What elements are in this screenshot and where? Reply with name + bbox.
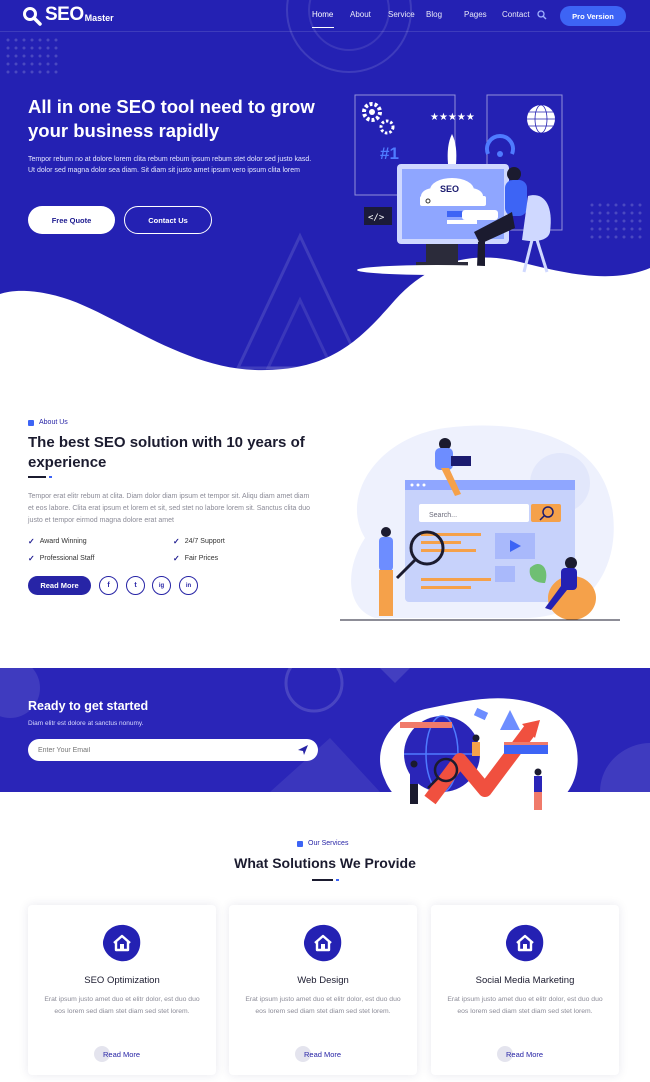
- check-icon: ✓: [173, 537, 180, 546]
- service-card-text: Erat ipsum justo amet duo et elitr dolor…: [245, 996, 401, 1015]
- email-form: [28, 739, 318, 761]
- search-icon[interactable]: [537, 10, 547, 20]
- service-card: SEO Optimization Erat ipsum justo amet d…: [28, 905, 216, 1075]
- about-title: The best SEO solution with 10 years of e…: [28, 434, 305, 471]
- linkedin-icon[interactable]: in: [179, 576, 198, 595]
- check-icon: ✓: [28, 554, 35, 563]
- about-description: Tempor erat elitr rebum at clita. Diam d…: [28, 493, 311, 524]
- nav-link-service[interactable]: Service: [388, 10, 426, 28]
- service-read-more-link[interactable]: Read More: [295, 1046, 351, 1062]
- feature-award-winning: ✓ Award Winning: [28, 537, 87, 546]
- hero-section: SEO Master Home About Service Blog Pages…: [0, 0, 650, 380]
- home-icon: [505, 924, 544, 962]
- about-illustration: Search...: [340, 425, 620, 621]
- read-more-label[interactable]: Read More: [506, 1050, 543, 1059]
- svg-text:SEO: SEO: [440, 184, 459, 194]
- nav-link-blog[interactable]: Blog: [426, 10, 464, 28]
- about-read-more-button[interactable]: Read More: [28, 576, 91, 595]
- feature-support: ✓ 24/7 Support: [173, 537, 225, 546]
- logo-text-sub: Master: [84, 13, 114, 23]
- hero-illustration: ★★★★★ #1 SEO </>: [354, 94, 563, 275]
- about-tag: About Us: [28, 419, 68, 426]
- feature-label: 24/7 Support: [184, 538, 225, 545]
- navbar: SEO Master Home About Service Blog Pages…: [0, 0, 650, 32]
- cta-illustration: [380, 698, 578, 817]
- logo-text-main: SEO: [45, 4, 84, 25]
- feature-professional-staff: ✓ Professional Staff: [28, 554, 94, 563]
- services-title: What Solutions We Provide: [234, 855, 416, 871]
- logo[interactable]: SEO Master: [22, 4, 114, 26]
- cta-subtitle: Diam elitr est dolore at sanctus nonumy.: [28, 720, 144, 727]
- nav-link-contact[interactable]: Contact: [502, 10, 540, 28]
- about-tag-label: About Us: [39, 419, 68, 426]
- feature-label: Fair Prices: [184, 555, 219, 562]
- feature-label: Professional Staff: [39, 555, 95, 562]
- divider: [312, 879, 333, 881]
- services-tag-label: Our Services: [308, 840, 349, 847]
- contact-us-button[interactable]: Contact Us: [124, 206, 212, 234]
- divider-dot: [49, 476, 52, 478]
- facebook-icon[interactable]: f: [99, 576, 118, 595]
- service-card: Web Design Erat ipsum justo amet duo et …: [229, 905, 417, 1075]
- service-card-text: Erat ipsum justo amet duo et elitr dolor…: [447, 996, 603, 1015]
- nav-link-pages[interactable]: Pages: [464, 10, 502, 28]
- nav-link-about[interactable]: About: [350, 10, 388, 28]
- hero-title: All in one SEO tool need to grow your bu…: [28, 96, 315, 141]
- check-icon: ✓: [28, 537, 35, 546]
- divider-dot: [336, 879, 339, 881]
- svg-text:</>: </>: [368, 213, 385, 223]
- divider: [28, 476, 46, 478]
- service-read-more-link[interactable]: Read More: [94, 1046, 150, 1062]
- svg-text:★★★★★: ★★★★★: [430, 112, 475, 123]
- service-card-title: Social Media Marketing: [475, 975, 575, 986]
- service-card-title: SEO Optimization: [84, 975, 160, 986]
- magnifier-logo-icon: [23, 7, 42, 26]
- read-more-label[interactable]: Read More: [103, 1050, 140, 1059]
- feature-fair-prices: ✓ Fair Prices: [173, 554, 218, 563]
- feature-label: Award Winning: [39, 538, 87, 545]
- tag-icon: [28, 419, 34, 426]
- illustration-search-text: Search...: [429, 512, 457, 519]
- send-icon[interactable]: [297, 744, 309, 756]
- nav-links: Home About Service Blog Pages Contact: [312, 10, 540, 28]
- cta-title: Ready to get started: [28, 699, 149, 713]
- read-more-label[interactable]: Read More: [304, 1050, 341, 1059]
- home-icon: [102, 924, 141, 962]
- hero-description: Tempor rebum no at dolore lorem clita re…: [28, 156, 312, 174]
- nav-link-home[interactable]: Home: [312, 10, 334, 28]
- service-card-title: Web Design: [297, 975, 349, 986]
- services-tag: Our Services: [297, 840, 348, 847]
- instagram-icon[interactable]: ig: [152, 576, 171, 595]
- twitter-icon[interactable]: t: [126, 576, 145, 595]
- pro-version-button[interactable]: Pro Version: [560, 6, 626, 26]
- service-card: Social Media Marketing Erat ipsum justo …: [431, 905, 619, 1075]
- check-icon: ✓: [173, 554, 180, 563]
- service-read-more-link[interactable]: Read More: [497, 1046, 553, 1062]
- free-quote-button[interactable]: Free Quote: [28, 206, 115, 234]
- email-input[interactable]: [38, 743, 278, 757]
- tag-icon: [297, 840, 303, 847]
- service-card-text: Erat ipsum justo amet duo et elitr dolor…: [44, 996, 200, 1015]
- home-icon: [303, 924, 342, 962]
